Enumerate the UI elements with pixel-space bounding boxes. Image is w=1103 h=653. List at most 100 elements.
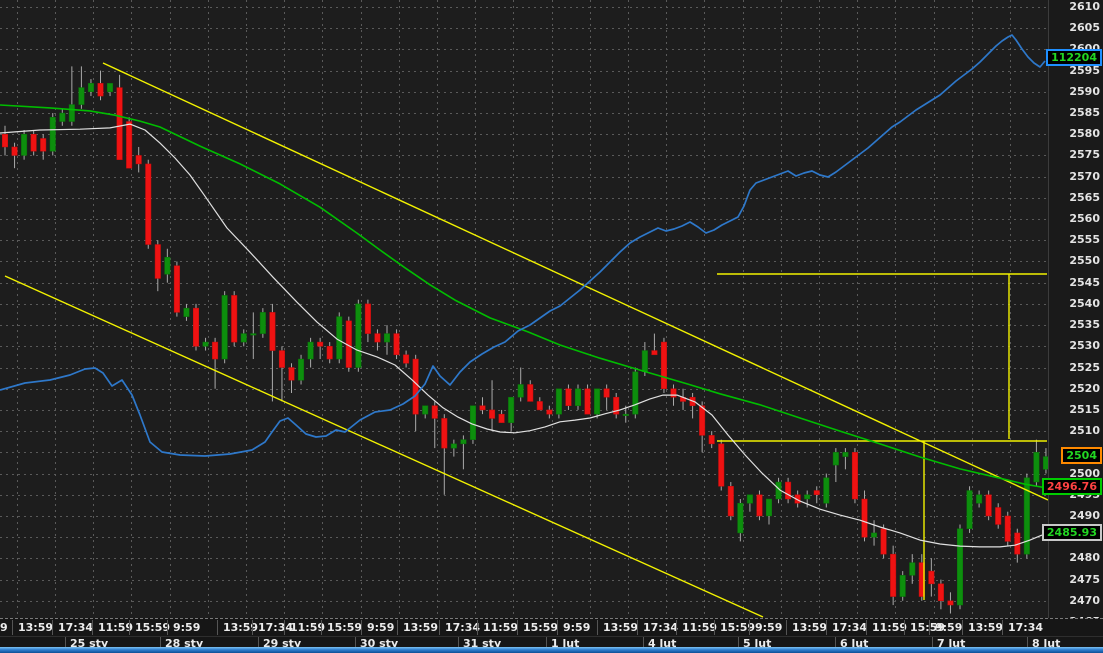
candle-up: [336, 316, 343, 360]
time-tick: [284, 620, 285, 635]
candle-up: [622, 413, 629, 416]
candle-up: [107, 83, 114, 93]
candle-down: [651, 350, 658, 356]
price-axis-label: 2560: [1069, 212, 1100, 226]
candle-down: [861, 498, 868, 538]
time-tick: [129, 620, 130, 635]
time-tick: [167, 620, 168, 635]
candle-down: [527, 384, 534, 402]
price-axis-label: 2525: [1069, 360, 1100, 374]
candle-down: [393, 333, 400, 356]
price-axis-label: 2555: [1069, 233, 1100, 247]
time-tick: [676, 620, 677, 635]
price-axis-label: 2570: [1069, 169, 1100, 183]
horizontal-scrollbar[interactable]: [0, 647, 1103, 653]
price-axis-label: 2470: [1069, 593, 1100, 607]
candle-up: [422, 405, 429, 415]
candle-up: [823, 477, 830, 504]
time-label: 9:59: [935, 621, 963, 634]
candle-down: [727, 486, 734, 517]
price-axis-label: 2480: [1069, 551, 1100, 565]
time-tick: [786, 620, 787, 635]
candle-down: [565, 388, 572, 406]
price-axis-label: 2475: [1069, 572, 1100, 586]
candle-down: [326, 346, 333, 360]
price-axis-label: 2605: [1069, 21, 1100, 35]
price-axis-label: 2530: [1069, 339, 1100, 353]
candle-up: [1033, 452, 1040, 483]
candle-up: [909, 562, 916, 576]
price-axis-label: 2585: [1069, 106, 1100, 120]
candle-down: [126, 121, 133, 169]
price-axis-label: 2610: [1069, 0, 1100, 13]
candle-up: [384, 333, 390, 343]
candle-up: [594, 388, 601, 415]
time-label: 17:34: [832, 621, 868, 634]
candle-up: [508, 396, 515, 423]
candle-up: [68, 104, 75, 122]
candle-down: [269, 312, 276, 351]
time-tick: [597, 620, 598, 635]
time-label: 13:59: [792, 621, 828, 634]
chart-canvas[interactable]: [0, 0, 1049, 618]
price-axis[interactable]: 2610260526002595259025852580257525702565…: [1041, 0, 1103, 653]
time-label: 15:59: [523, 621, 559, 634]
time-label: 17:34: [445, 621, 481, 634]
time-label: 11:59: [682, 621, 718, 634]
candle-up: [307, 341, 314, 360]
candle-down: [718, 443, 725, 487]
candle-up: [517, 384, 524, 398]
time-label: 17:34: [643, 621, 679, 634]
candle-down: [498, 413, 505, 423]
candle-down: [785, 481, 792, 500]
time-label: 9:59: [367, 621, 395, 634]
candle-down: [489, 409, 496, 419]
axis-value-mark: 2485.93: [1041, 524, 1102, 541]
time-axis[interactable]: 9 13:59 17:34 11:59 15:59 9:59 13:59 17:34 11:59…: [0, 618, 1103, 650]
time-label: 17:34: [58, 621, 94, 634]
candle-down: [479, 405, 486, 411]
candle-up: [298, 358, 305, 381]
candle-up: [966, 490, 973, 529]
time-label: 15:59: [135, 621, 171, 634]
price-axis-label: 2540: [1069, 296, 1100, 310]
candle-down: [212, 341, 219, 360]
candle-down: [30, 133, 37, 152]
candle-up: [78, 87, 85, 105]
candle-up: [87, 83, 94, 93]
candle-down: [603, 388, 610, 398]
time-label: 13:59: [603, 621, 639, 634]
candle-down: [173, 265, 180, 313]
price-axis-label: 2565: [1069, 190, 1100, 204]
time-label: 9:59: [173, 621, 201, 634]
candle-down: [97, 83, 104, 97]
candle-up: [766, 498, 772, 517]
time-tick: [637, 620, 638, 635]
candle-down: [364, 303, 371, 334]
time-tick: [1002, 620, 1003, 635]
time-tick: [321, 620, 322, 635]
time-tick: [517, 620, 518, 635]
candle-down: [546, 409, 553, 415]
candle-down: [851, 452, 858, 500]
candle-up: [450, 443, 457, 449]
candle-down: [584, 388, 591, 415]
time-tick: [749, 620, 750, 635]
candle-up: [21, 133, 28, 156]
candle-down: [813, 490, 820, 496]
price-axis-label: 2535: [1069, 318, 1100, 332]
candle-down: [403, 354, 410, 364]
candle-down: [699, 405, 706, 436]
time-label: 17:34: [258, 621, 294, 634]
chart-region[interactable]: [0, 0, 1049, 618]
price-axis-label: 2575: [1069, 148, 1100, 162]
candle-down: [890, 553, 897, 597]
candle-up: [355, 303, 362, 368]
candle-up: [957, 528, 963, 606]
trading-chart-window: 2610260526002595259025852580257525702565…: [0, 0, 1103, 653]
candle-down: [135, 155, 142, 165]
candle-up: [240, 333, 247, 343]
candle-up: [575, 388, 581, 406]
candle-up: [641, 350, 648, 373]
price-axis-label: 2510: [1069, 424, 1100, 438]
